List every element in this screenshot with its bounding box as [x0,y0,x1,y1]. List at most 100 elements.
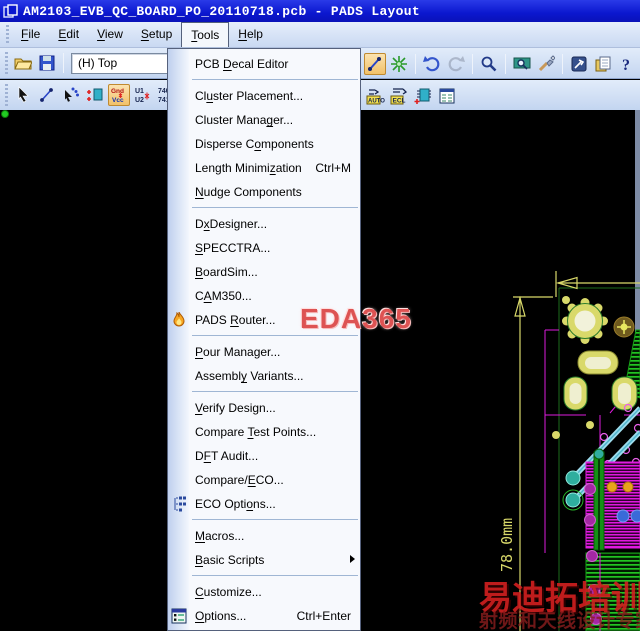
menu-item-customize[interactable]: Customize... [168,580,360,604]
title-bar[interactable]: AM2103_EVB_QC_BOARD_PO_20110718.pcb - PA… [0,0,640,22]
add-connection-icon[interactable] [36,84,58,106]
open-file-icon[interactable] [12,52,34,74]
autorouter-icon[interactable]: AUTO [364,85,386,107]
fiducial-via [614,317,634,337]
toolbar1-grip[interactable] [5,52,8,74]
small-pad-dot [562,296,570,304]
help-icon[interactable]: ? [616,53,638,75]
paintbrush-redraw-icon[interactable] [535,53,557,75]
ecl-rules-icon[interactable]: ECL [388,85,410,107]
svg-text:Gnd: Gnd [111,88,124,95]
bom-list-icon[interactable] [436,85,458,107]
menubar-item-help[interactable]: Help [229,22,272,47]
menu-item-compare-eco[interactable]: Compare/ECO... [168,468,360,492]
zoom-icon[interactable] [478,53,500,75]
menu-item-dft-audit[interactable]: DFT Audit... [168,444,360,468]
menubar-grip[interactable] [6,25,9,44]
add-route-icon[interactable] [364,53,386,75]
svg-text:ECL: ECL [392,97,405,104]
toolbar-separator [415,54,416,74]
design-verify-icon[interactable] [511,53,533,75]
menu-item-boardsim[interactable]: BoardSim... [168,260,360,284]
menu-item-pour-manager[interactable]: Pour Manager... [168,340,360,364]
add-component-icon[interactable] [84,84,106,106]
svg-text:?: ? [622,57,630,73]
menu-item-shortcut: Ctrl+M [315,161,354,175]
add-part-icon[interactable] [412,85,434,107]
menu-item-icon [169,55,188,73]
menu-item-basic-scripts[interactable]: Basic Scripts [168,548,360,572]
menu-item-icon [169,551,188,569]
menu-item-options[interactable]: Options... Ctrl+Enter [168,604,360,628]
toolbar-separator [505,54,506,74]
svg-text:U1: U1 [135,88,144,95]
menu-item-specctra[interactable]: SPECCTRA... [168,236,360,260]
pads-layout-window: AM2103_EVB_QC_BOARD_PO_20110718.pcb - PA… [0,0,640,631]
menu-item-shortcut: Ctrl+Enter [297,609,354,623]
menu-item-nudge-components[interactable]: Nudge Components [168,180,360,204]
save-file-icon[interactable] [36,52,58,74]
menu-item-verify-design[interactable]: Verify Design... [168,396,360,420]
origin-marker-dot [2,111,9,118]
window-title: AM2103_EVB_QC_BOARD_PO_20110718.pcb - PA… [23,4,420,19]
multi-select-icon[interactable] [60,84,82,106]
svg-text:U2: U2 [135,97,144,104]
app-icon [3,4,18,19]
menubar-item-file[interactable]: File [12,22,49,47]
redo-icon[interactable] [445,53,467,75]
menu-item-icon [169,583,188,601]
select-cursor-icon[interactable] [12,84,34,106]
thermal-pad [562,298,608,344]
teal-via [566,471,580,485]
menu-item-disperse-components[interactable]: Disperse Components [168,132,360,156]
u1-u2-parts-icon[interactable]: U1U2 [132,84,154,106]
drafting-toolbox-icon[interactable] [568,53,590,75]
toolbar-separator [63,53,64,73]
menu-item-compare-test-points[interactable]: Compare Test Points... [168,420,360,444]
menu-bar: FileEditViewSetupToolsHelp [0,22,640,48]
menubar-item-setup[interactable]: Setup [132,22,181,47]
menu-separator [168,388,360,396]
flame-icon [169,311,188,329]
toolbar2-grip[interactable] [5,84,8,106]
menu-item-cluster-manager[interactable]: Cluster Manager... [168,108,360,132]
menu-item-assembly-variants[interactable]: Assembly Variants... [168,364,360,388]
menu-item-icon [169,183,188,201]
menu-item-cluster-placement[interactable]: Cluster Placement... [168,84,360,108]
menu-item-icon [169,447,188,465]
menu-separator [168,572,360,580]
green-track-bar [594,449,604,550]
cn-watermark-line2: 射频和天线设计专家 [479,606,640,631]
eco-options-icon [169,495,188,513]
menu-item-length-minimization[interactable]: Length Minimization Ctrl+M [168,156,360,180]
gnd-vcc-nets-icon[interactable]: Gnd Vcc [108,84,130,106]
menu-item-eco-options[interactable]: ECO Options... [168,492,360,516]
menu-item-icon [169,423,188,441]
toolbar2-right-group: AUTO ECL [363,80,459,111]
menu-item-icon [169,135,188,153]
oblong-pads [564,351,637,410]
dimension-label: 78.0mm [498,518,516,572]
via-dot [586,421,594,429]
options-list-icon [169,607,188,625]
menu-item-icon [169,239,188,257]
menu-item-macros[interactable]: Macros... [168,524,360,548]
toolbar1-right-group: ? [363,48,639,79]
project-explorer-icon[interactable] [592,53,614,75]
menubar-item-view[interactable]: View [88,22,132,47]
submenu-arrow-icon [350,555,355,563]
menu-item-icon [169,471,188,489]
autoroute-burst-icon[interactable] [388,53,410,75]
undo-icon[interactable] [421,53,443,75]
svg-text:Vcc: Vcc [112,97,124,104]
menu-item-icon [169,111,188,129]
menu-item-pcb-decal-editor[interactable]: PCB Decal Editor [168,52,360,76]
menu-item-icon [169,263,188,281]
menubar-item-tools[interactable]: Tools [181,22,229,47]
menubar-item-edit[interactable]: Edit [49,22,88,47]
eda365-watermark: EDA365 [300,303,412,335]
via-dot [552,431,560,439]
menu-item-dxdesigner[interactable]: DxDesigner... [168,212,360,236]
teal-via [566,493,580,507]
menu-item-icon [169,399,188,417]
